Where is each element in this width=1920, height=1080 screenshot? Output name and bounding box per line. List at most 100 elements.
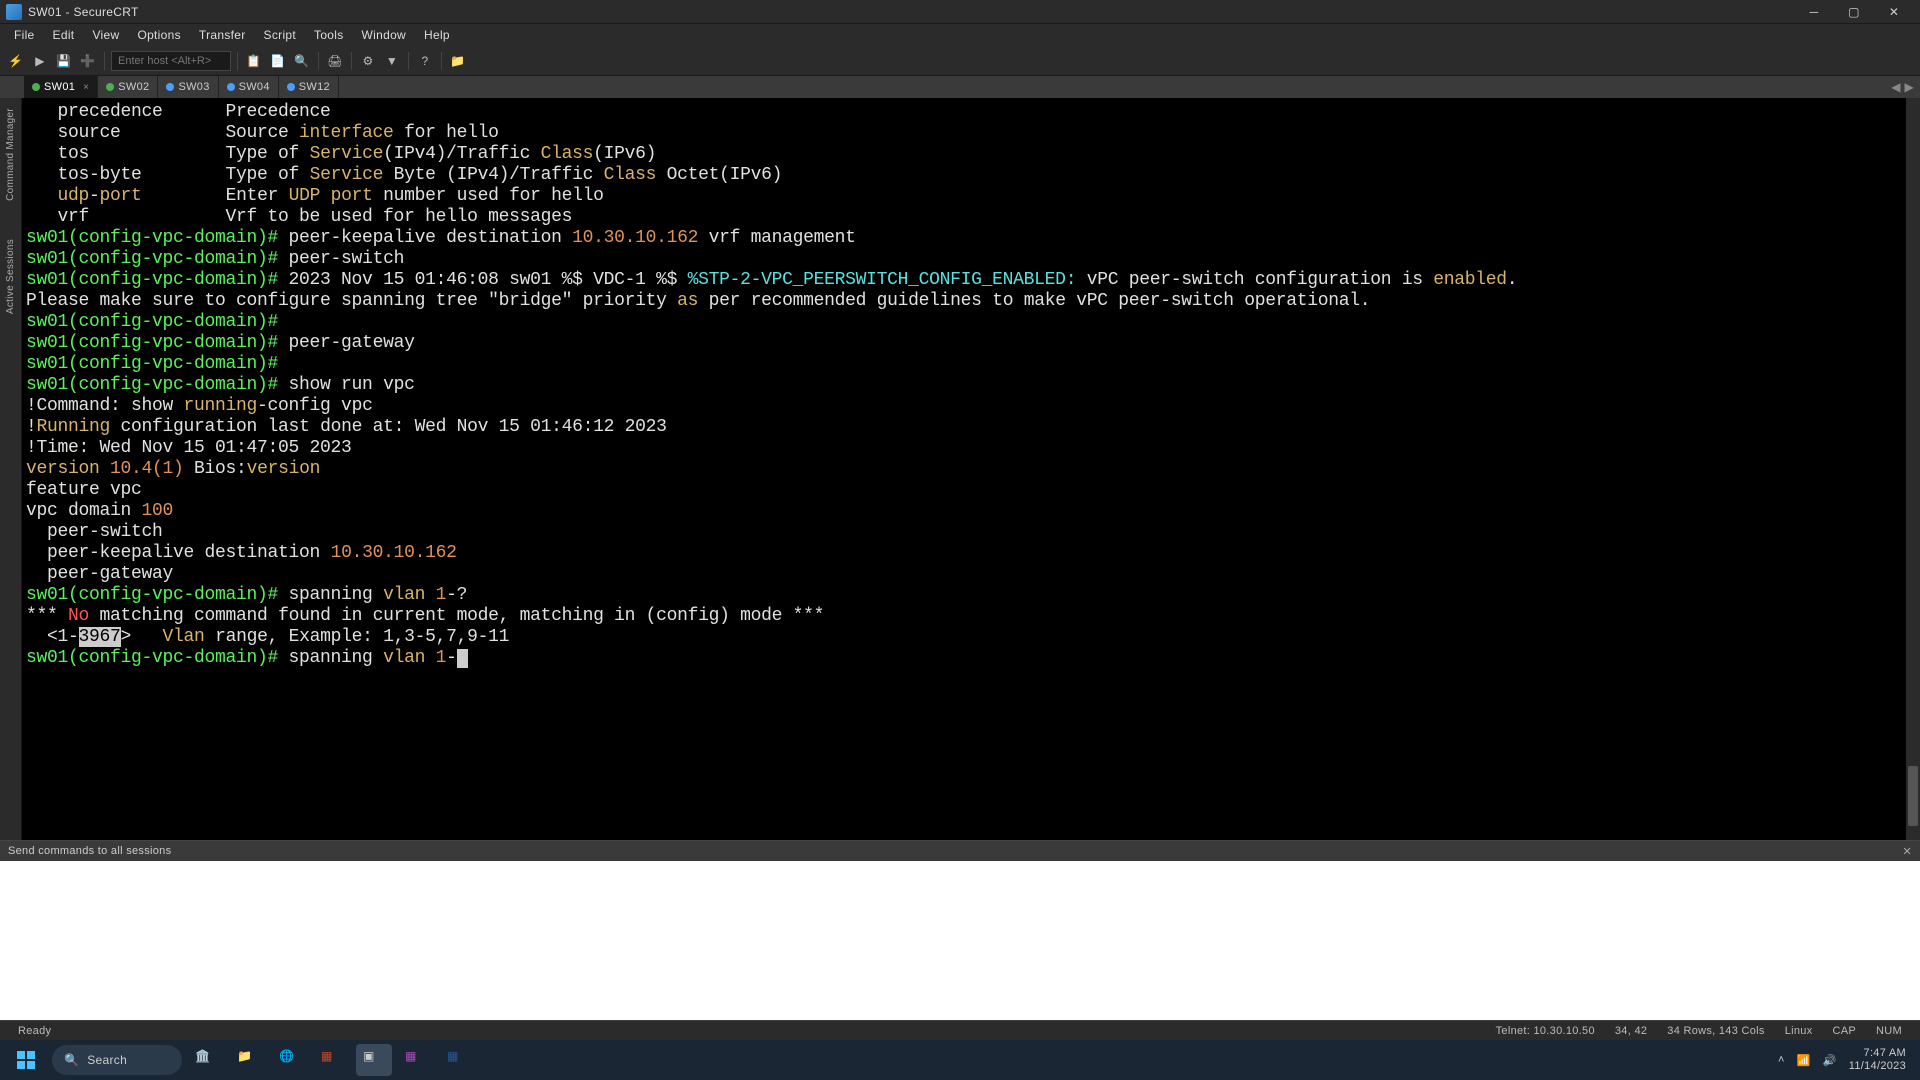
command-window-close-icon[interactable]: ✕ [1902, 845, 1912, 858]
session-tab-sw04[interactable]: SW04 [219, 76, 279, 98]
statusbar: Ready Telnet: 10.30.10.50 34, 42 34 Rows… [0, 1020, 1920, 1040]
terminal-line: *** No matching command found in current… [26, 606, 1912, 627]
terminal-line: version 10.4(1) Bios:version [26, 459, 1912, 480]
tab-label: SW12 [299, 81, 330, 93]
session-tab-sw03[interactable]: SW03 [158, 76, 218, 98]
status-cursor-pos: 34, 42 [1605, 1025, 1657, 1037]
tab-close-icon[interactable]: × [83, 82, 89, 93]
tray-time: 7:47 AM [1849, 1047, 1906, 1060]
new-tab-icon[interactable]: ➕ [78, 51, 98, 71]
tab-status-dot [287, 83, 295, 91]
tab-status-dot [227, 83, 235, 91]
taskbar-weather-icon[interactable]: 🏛️ [188, 1044, 224, 1076]
find-icon[interactable]: 🔍 [292, 51, 312, 71]
tray-clock[interactable]: 7:47 AM 11/14/2023 [1849, 1047, 1906, 1073]
quick-connect-icon[interactable]: ▶ [30, 51, 50, 71]
status-num: NUM [1866, 1025, 1912, 1037]
menu-transfer[interactable]: Transfer [191, 26, 254, 44]
maximize-button[interactable]: ▢ [1834, 1, 1874, 23]
terminal-line: !Time: Wed Nov 15 01:47:05 2023 [26, 438, 1912, 459]
minimize-button[interactable]: ─ [1794, 1, 1834, 23]
taskbar-onenote-icon[interactable]: ▦ [398, 1044, 434, 1076]
menu-file[interactable]: File [6, 26, 43, 44]
terminal-line: sw01(config-vpc-domain)# peer-keepalive … [26, 228, 1912, 249]
filter-icon[interactable]: ▼ [382, 51, 402, 71]
terminal-line: !Command: show running-config vpc [26, 396, 1912, 417]
close-button[interactable]: ✕ [1874, 1, 1914, 23]
status-ready: Ready [8, 1025, 61, 1037]
copy-icon[interactable]: 📋 [244, 51, 264, 71]
command-window-title: Send commands to all sessions [8, 845, 171, 857]
session-tab-sw01[interactable]: SW01× [24, 76, 98, 98]
separator [441, 52, 442, 70]
window-title: SW01 - SecureCRT [28, 5, 1794, 19]
tray-chevron-icon[interactable]: ˄ [1778, 1054, 1785, 1066]
taskbar-explorer-icon[interactable]: 📁 [230, 1044, 266, 1076]
tab-label: SW02 [118, 81, 149, 93]
session-tab-sw02[interactable]: SW02 [98, 76, 158, 98]
menu-script[interactable]: Script [256, 26, 304, 44]
host-input[interactable] [111, 51, 231, 71]
paste-icon[interactable]: 📄 [268, 51, 288, 71]
terminal-line: source Source interface for hello [26, 123, 1912, 144]
status-connection: Telnet: 10.30.10.50 [1486, 1025, 1605, 1037]
settings-icon[interactable]: ⚙ [358, 51, 378, 71]
menu-edit[interactable]: Edit [45, 26, 83, 44]
tab-scroll-arrows[interactable]: ◀ ▶ [1885, 76, 1920, 98]
command-window: Send commands to all sessions ✕ [0, 840, 1920, 1040]
menu-help[interactable]: Help [416, 26, 458, 44]
help-icon[interactable]: ? [415, 51, 435, 71]
terminal-line: Please make sure to configure spanning t… [26, 291, 1912, 312]
terminal-line: peer-keepalive destination 10.30.10.162 [26, 543, 1912, 564]
sessions-icon[interactable]: 📁 [448, 51, 468, 71]
app-icon [6, 4, 22, 20]
terminal-cursor [457, 649, 468, 668]
terminal[interactable]: precedence Precedence source Source inte… [22, 98, 1920, 840]
print-icon[interactable]: 🖨 [325, 51, 345, 71]
command-input-area[interactable] [0, 861, 1920, 1040]
terminal-line: sw01(config-vpc-domain)# 2023 Nov 15 01:… [26, 270, 1912, 291]
terminal-line: sw01(config-vpc-domain)# show run vpc [26, 375, 1912, 396]
status-caps: CAP [1823, 1025, 1867, 1037]
terminal-scrollbar[interactable] [1906, 98, 1920, 840]
tab-status-dot [166, 83, 174, 91]
terminal-line: precedence Precedence [26, 102, 1912, 123]
side-tab-active-sessions[interactable]: Active Sessions [3, 235, 18, 318]
tray-volume-icon[interactable]: 🔊 [1823, 1054, 1837, 1067]
terminal-line: tos Type of Service(IPv4)/Traffic Class(… [26, 144, 1912, 165]
side-tab-command-manager[interactable]: Command Manager [3, 104, 18, 205]
menu-tools[interactable]: Tools [306, 26, 352, 44]
save-icon[interactable]: 💾 [54, 51, 74, 71]
tray-wifi-icon[interactable]: 📶 [1797, 1054, 1811, 1067]
separator [408, 52, 409, 70]
terminal-line: vpc domain 100 [26, 501, 1912, 522]
menu-options[interactable]: Options [129, 26, 188, 44]
terminal-line: peer-switch [26, 522, 1912, 543]
taskbar-securecrt-icon[interactable]: ▣ [356, 1044, 392, 1076]
search-icon: 🔍 [64, 1053, 79, 1067]
terminal-line: !Running configuration last done at: Wed… [26, 417, 1912, 438]
tray-date: 11/14/2023 [1849, 1060, 1906, 1073]
separator [351, 52, 352, 70]
connect-icon[interactable]: ⚡ [6, 51, 26, 71]
terminal-line: sw01(config-vpc-domain)# peer-gateway [26, 333, 1912, 354]
tab-label: SW03 [178, 81, 209, 93]
terminal-line: feature vpc [26, 480, 1912, 501]
taskbar-powerpoint-icon[interactable]: ▦ [314, 1044, 350, 1076]
search-placeholder: Search [87, 1053, 127, 1067]
tab-label: SW04 [239, 81, 270, 93]
session-tab-sw12[interactable]: SW12 [279, 76, 339, 98]
start-button[interactable] [6, 1044, 46, 1076]
taskbar-edge-icon[interactable]: 🌐 [272, 1044, 308, 1076]
scrollbar-thumb[interactable] [1908, 766, 1918, 826]
toolbar: ⚡ ▶ 💾 ➕ 📋 📄 🔍 🖨 ⚙ ▼ ? 📁 [0, 46, 1920, 76]
taskbar-search[interactable]: 🔍 Search [52, 1045, 182, 1075]
menu-window[interactable]: Window [354, 26, 414, 44]
menu-view[interactable]: View [84, 26, 127, 44]
separator [318, 52, 319, 70]
titlebar: SW01 - SecureCRT ─ ▢ ✕ [0, 0, 1920, 24]
status-encoding: Linux [1775, 1025, 1823, 1037]
separator [237, 52, 238, 70]
taskbar-word-icon[interactable]: ▦ [440, 1044, 476, 1076]
terminal-line: sw01(config-vpc-domain)# spanning vlan 1… [26, 585, 1912, 606]
